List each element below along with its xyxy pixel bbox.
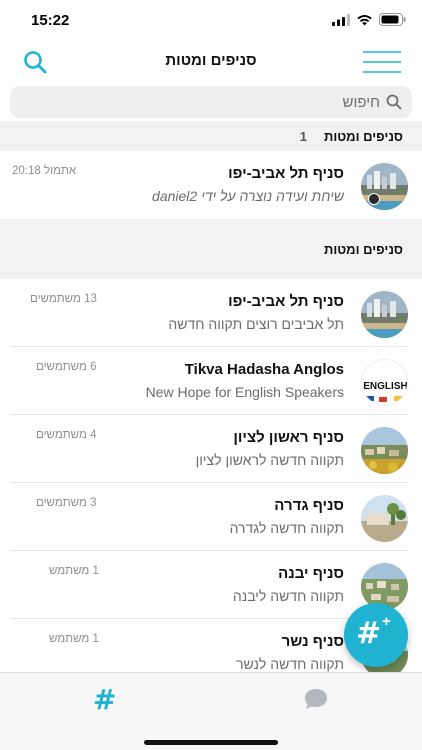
branch-member-count: 6 משתמשים (36, 361, 97, 373)
battery-icon (379, 13, 406, 26)
tab-chats-icon[interactable] (303, 687, 329, 711)
recent-section-title: סניפים ומטות (323, 129, 403, 144)
plus-icon: + (382, 613, 391, 630)
branch-row-gedera[interactable]: סניף גדרה תקווה חדשה לגדרה 3 משתמשים (0, 483, 422, 551)
recent-chat-subtitle-user: daniel2 (152, 188, 198, 204)
lock-badge-icon (368, 193, 380, 205)
branch-member-count: 3 משתמשים (36, 497, 97, 509)
tab-bar: # (0, 672, 422, 750)
branch-title: סניף תל אביב-יפו (228, 293, 344, 310)
branch-title: סניף גדרה (274, 497, 344, 514)
branch-member-count: 4 משתמשים (36, 429, 97, 441)
recent-chat-subtitle: שיחת ועידה נוצרה על ידי daniel2 (152, 188, 344, 204)
english-avatar: ENGLISH (361, 359, 408, 406)
branches-section-title: סניפים ומטות (323, 242, 403, 257)
branch-row-tel-aviv[interactable]: סניף תל אביב-יפו תל אביבים רוצים תקווה ח… (0, 279, 422, 347)
menu-icon[interactable] (362, 50, 402, 74)
recent-section-header: סניפים ומטות 1 (0, 121, 422, 151)
branch-title: סניף נשר (281, 633, 344, 650)
search-input[interactable] (40, 86, 380, 118)
branch-title: סניף יבנה (278, 565, 344, 582)
new-channel-button[interactable]: # + (344, 603, 408, 667)
english-avatar-text: ENGLISH (363, 381, 407, 392)
branch-subtitle: תקווה חדשה לגדרה (229, 520, 344, 536)
branches-section-header: סניפים ומטות (0, 235, 422, 279)
branch-subtitle: תל אביבים רוצים תקווה חדשה (168, 316, 344, 332)
branch-title: Tikva Hadasha Anglos (184, 361, 344, 378)
tel-aviv-avatar (361, 163, 408, 210)
branch-subtitle: תקווה חדשה לראשון לציון (195, 452, 344, 468)
status-bar: 15:22 (0, 0, 422, 40)
search-bar[interactable] (10, 86, 412, 118)
wifi-icon (357, 14, 372, 25)
status-icons (332, 13, 406, 26)
rishon-avatar (361, 427, 408, 474)
branch-member-count: 1 משתמש (49, 565, 99, 577)
home-indicator (144, 740, 278, 745)
status-time: 15:22 (31, 12, 70, 29)
tab-channels-icon[interactable]: # (93, 683, 116, 716)
cellular-signal-icon (332, 13, 350, 26)
page-title: סניפים ומטות (165, 52, 257, 69)
branch-subtitle: תקווה חדשה לנשר (236, 656, 344, 672)
search-field-icon (386, 94, 402, 110)
branch-row-anglos[interactable]: ENGLISH Tikva Hadasha Anglos New Hope fo… (0, 347, 422, 415)
tel-aviv-avatar (361, 291, 408, 338)
branch-title: סניף ראשון לציון (233, 429, 344, 446)
branch-member-count: 13 משתמשים (30, 293, 97, 305)
recent-section-count: 1 (299, 129, 307, 144)
recent-chat-time: אתמול 20:18 (12, 165, 77, 177)
branch-row-rishon[interactable]: סניף ראשון לציון תקווה חדשה לראשון לציון… (0, 415, 422, 483)
gedera-avatar (361, 495, 408, 542)
recent-chat-title: סניף תל אביב-יפו (228, 165, 344, 182)
branch-member-count: 1 משתמש (49, 633, 99, 645)
branch-subtitle: תקווה חדשה ליבנה (232, 588, 344, 604)
branch-subtitle: New Hope for English Speakers (145, 384, 344, 400)
section-spacer (0, 219, 422, 235)
recent-chat-subtitle-prefix: שיחת ועידה נוצרה על ידי (197, 188, 344, 204)
hashtag-icon: # (356, 616, 382, 651)
recent-chat-row[interactable]: סניף תל אביב-יפו שיחת ועידה נוצרה על ידי… (0, 151, 422, 219)
navigation-bar: סניפים ומטות (0, 40, 422, 84)
